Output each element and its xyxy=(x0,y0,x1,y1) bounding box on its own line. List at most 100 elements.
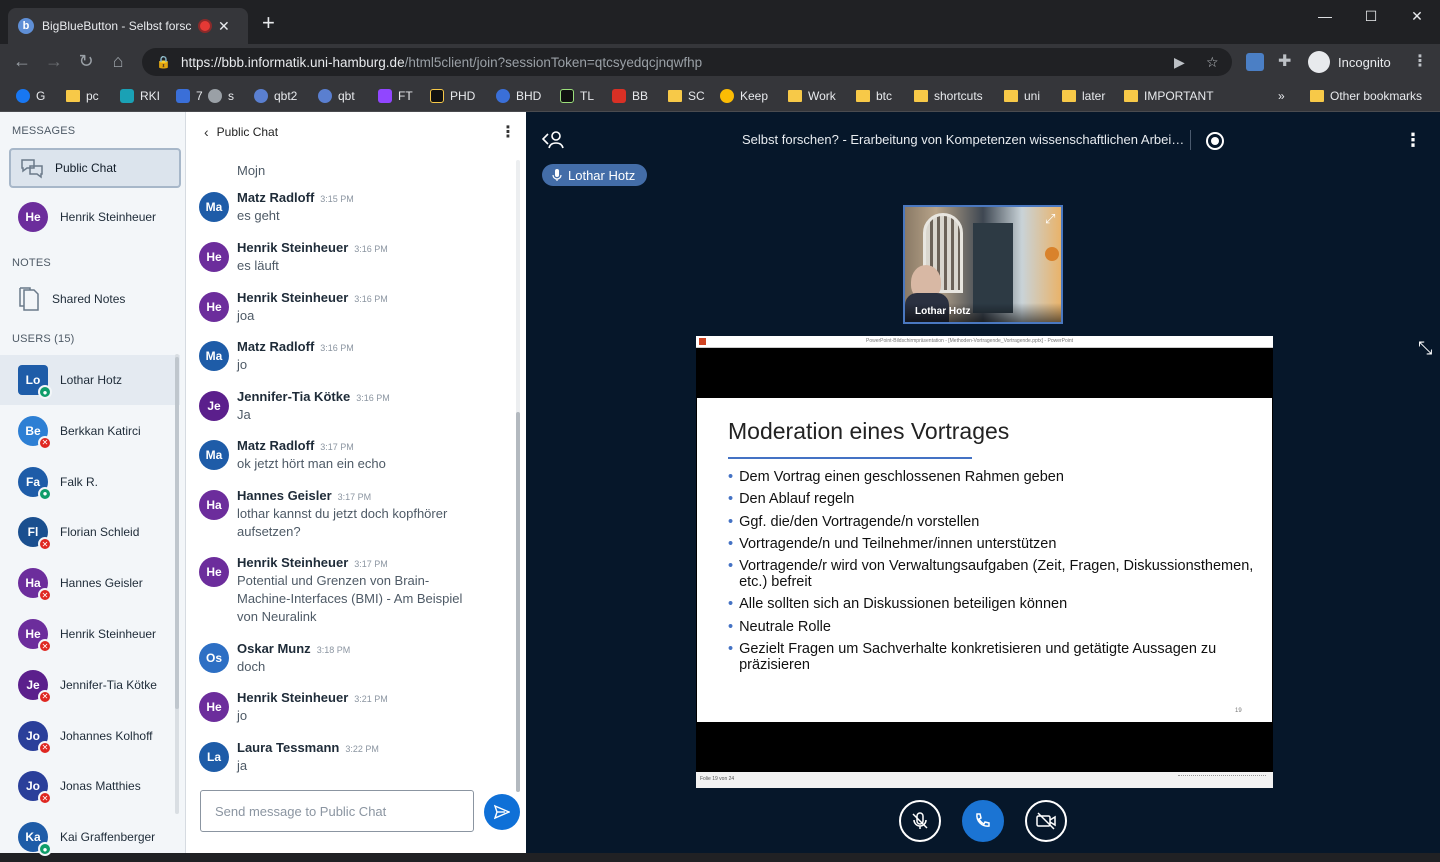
bookmark-item[interactable]: RKI xyxy=(120,86,160,106)
bookmark-item[interactable]: shortcuts xyxy=(914,86,983,106)
message-author: Henrik Steinheuer 3:17 PM xyxy=(237,555,388,570)
message-author: Jennifer-Tia Kötke 3:16 PM xyxy=(237,389,390,404)
user-list-item[interactable]: Fl ✕ Florian Schleid xyxy=(0,507,180,557)
back-arrow-icon[interactable]: ← xyxy=(10,51,34,72)
chat-options-icon[interactable]: ⋮ xyxy=(500,122,516,142)
browser-menu-icon[interactable]: ⋮ xyxy=(1412,51,1428,71)
talking-user-name: Lothar Hotz xyxy=(568,167,636,183)
slide-title-underline xyxy=(728,457,972,459)
bookmark-item[interactable]: 7 xyxy=(176,86,203,106)
microphone-icon: ● xyxy=(38,385,52,399)
bookmarks-overflow-button[interactable]: » xyxy=(1278,86,1285,106)
bookmark-item[interactable]: Work xyxy=(788,86,836,106)
user-name: Lothar Hotz xyxy=(60,373,123,387)
maximize-button[interactable]: ☐ xyxy=(1348,0,1394,32)
talking-indicator[interactable]: Lothar Hotz xyxy=(542,164,648,186)
recording-status-icon[interactable] xyxy=(1206,132,1224,150)
bookmark-item[interactable]: BB xyxy=(612,86,648,106)
folder-icon xyxy=(1062,90,1076,102)
slide-bullets: • Dem Vortrag einen geschlossenen Rahmen … xyxy=(728,469,1258,679)
camera-in-use-icon[interactable]: ▶ xyxy=(1174,54,1185,71)
user-list-item[interactable]: Fa ● Falk R. xyxy=(0,457,180,507)
send-message-button[interactable] xyxy=(484,794,520,830)
bookmark-star-icon[interactable]: ☆ xyxy=(1206,54,1219,71)
user-list-item[interactable]: Jo ✕ Jonas Matthies xyxy=(0,761,180,811)
user-list-item[interactable]: Ka ● Kai Graffenberger xyxy=(0,812,180,862)
url-path: /html5client/join?sessionToken=qtcsyedqc… xyxy=(404,54,703,70)
new-tab-button[interactable]: + xyxy=(262,12,275,34)
minimize-button[interactable]: — xyxy=(1302,0,1348,32)
user-list-item[interactable]: Lo ● Lothar Hotz xyxy=(0,355,180,405)
chat-message: He Henrik Steinheuer 3:21 PM jo xyxy=(199,690,499,725)
shared-notes-icon xyxy=(19,287,39,311)
chat-message-input[interactable]: Send message to Public Chat xyxy=(200,790,474,832)
home-icon[interactable]: ⌂ xyxy=(106,51,130,72)
extension-icon[interactable] xyxy=(1246,53,1264,71)
chat-scrollbar[interactable] xyxy=(516,412,520,792)
chat-message: He Henrik Steinheuer 3:16 PM es läuft xyxy=(199,240,499,275)
tab-close-icon[interactable]: ✕ xyxy=(218,18,230,35)
folder-icon xyxy=(1124,90,1138,102)
bookmark-item[interactable]: s xyxy=(208,86,234,106)
slide-bullet: • Vortragende/r wird von Verwaltungsaufga… xyxy=(728,558,1254,591)
address-bar[interactable]: 🔒 https://bbb.informatik.uni-hamburg.de /… xyxy=(142,48,1232,76)
chat-message: Je Jennifer-Tia Kötke 3:16 PM Ja xyxy=(199,389,499,424)
fullscreen-presentation-icon[interactable]: ⤡ xyxy=(1418,338,1432,359)
close-window-button[interactable]: ✕ xyxy=(1394,0,1440,32)
browser-tab[interactable]: b BigBlueButton - Selbst forschen? - Era… xyxy=(8,8,248,44)
avatar: He xyxy=(199,692,229,722)
user-list-scrollbar[interactable] xyxy=(175,357,179,709)
microphone-muted-icon: ✕ xyxy=(38,435,52,450)
bookmark-item[interactable]: btc xyxy=(856,86,892,106)
forward-arrow-icon[interactable]: → xyxy=(42,51,66,72)
fullscreen-video-icon[interactable]: ⤢ xyxy=(1045,211,1055,227)
bookmark-item[interactable]: uni xyxy=(1004,86,1040,106)
private-chat-item[interactable]: He Henrik Steinheuer xyxy=(0,192,180,242)
bookmark-item[interactable]: IMPORTANT xyxy=(1124,86,1214,106)
user-list-item[interactable]: Je ✕ Jennifer-Tia Kötke xyxy=(0,660,180,710)
other-bookmarks-folder[interactable]: Other bookmarks xyxy=(1310,86,1422,106)
message-author: Henrik Steinheuer 3:16 PM xyxy=(237,290,388,305)
message-time: 3:15 PM xyxy=(320,194,354,204)
microphone-muted-icon: ✕ xyxy=(38,791,52,806)
user-list-panel: MESSAGES Public Chat He Henrik Steinheue… xyxy=(0,112,186,857)
share-webcam-button[interactable] xyxy=(1025,800,1067,842)
folder-icon xyxy=(914,90,928,102)
user-list-item[interactable]: Be ✕ Berkkan Katirci xyxy=(0,406,180,456)
presentation-area: Selbst forschen? - Erarbeitung von Kompe… xyxy=(526,112,1440,853)
bookmark-item[interactable]: BHD xyxy=(496,86,541,106)
powerpoint-icon xyxy=(699,338,706,345)
bookmark-item[interactable]: PHD xyxy=(430,86,475,106)
slide-bullet: • Vortragende/n und Teilnehmer/innen unte… xyxy=(728,535,1057,552)
messages-section-title: MESSAGES xyxy=(12,125,76,137)
user-list-item[interactable]: Jo ✕ Johannes Kolhoff xyxy=(0,711,180,761)
bookmark-item[interactable]: later xyxy=(1062,86,1105,106)
bookmark-item[interactable]: TL xyxy=(560,86,594,106)
leave-audio-button[interactable] xyxy=(962,800,1004,842)
extensions-puzzle-icon[interactable]: ✚ xyxy=(1278,51,1291,71)
unmute-button[interactable] xyxy=(899,800,941,842)
avatar: Ma xyxy=(199,440,229,470)
bookmark-item[interactable]: SC xyxy=(668,86,705,106)
incognito-profile-button[interactable]: Incognito xyxy=(1308,51,1391,73)
public-chat-item[interactable]: Public Chat xyxy=(9,148,181,188)
bigbluebutton-app: MESSAGES Public Chat He Henrik Steinheue… xyxy=(0,112,1440,857)
avatar: He xyxy=(199,292,229,322)
bookmark-item[interactable]: FT xyxy=(378,86,413,106)
facebook-icon xyxy=(16,89,30,103)
bookmark-item[interactable]: Keep xyxy=(720,86,768,106)
user-list-item[interactable]: Ha ✕ Hannes Geisler xyxy=(0,558,180,608)
bookmark-item[interactable]: pc xyxy=(66,86,99,106)
bookmark-item[interactable]: qbt2 xyxy=(254,86,297,106)
webcam-video[interactable]: Lothar Hotz ⤢ xyxy=(903,205,1063,324)
options-menu-icon[interactable]: ⋮ xyxy=(1404,130,1422,151)
shared-notes-item[interactable]: Shared Notes xyxy=(0,274,180,324)
toggle-user-list-icon[interactable] xyxy=(542,130,564,150)
slide-bullet: • Alle sollten sich an Diskussionen betei… xyxy=(728,596,1068,613)
bookmark-item[interactable]: G xyxy=(16,86,45,106)
chat-top-fade xyxy=(186,152,506,166)
chat-back-button[interactable]: ‹ Public Chat xyxy=(204,124,278,140)
user-list-item[interactable]: He ✕ Henrik Steinheuer xyxy=(0,609,180,659)
reload-icon[interactable]: ↻ xyxy=(74,51,98,72)
bookmark-item[interactable]: qbt xyxy=(318,86,355,106)
